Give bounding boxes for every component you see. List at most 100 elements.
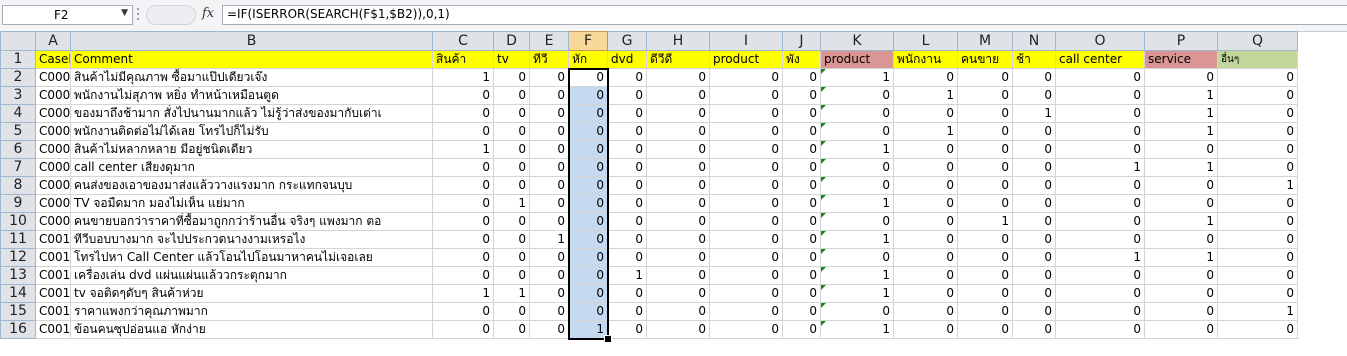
value-cell-l[interactable]: 0: [893, 302, 958, 321]
value-cell-p[interactable]: 0: [1144, 302, 1218, 321]
value-cell-c[interactable]: 0: [432, 122, 494, 141]
value-cell-h[interactable]: 0: [646, 68, 710, 87]
value-cell-c[interactable]: 0: [432, 194, 494, 213]
value-cell-g[interactable]: 1: [607, 266, 647, 285]
value-cell-c[interactable]: 0: [432, 104, 494, 123]
header-cell-n[interactable]: ช้า: [1012, 50, 1056, 69]
value-cell-m[interactable]: 0: [957, 320, 1013, 339]
value-cell-o[interactable]: 1: [1055, 158, 1145, 177]
value-cell-k[interactable]: 1: [820, 266, 894, 285]
value-cell-d[interactable]: 1: [493, 284, 530, 303]
value-cell-q[interactable]: 0: [1217, 194, 1298, 213]
value-cell-g[interactable]: 0: [607, 194, 647, 213]
value-cell-e[interactable]: 0: [529, 104, 569, 123]
value-cell-h[interactable]: 0: [646, 284, 710, 303]
comment-cell[interactable]: call center เสียงดุมาก: [70, 158, 433, 177]
value-cell-j[interactable]: 0: [782, 140, 821, 159]
value-cell-f[interactable]: 0: [568, 158, 608, 177]
value-cell-i[interactable]: 0: [709, 86, 783, 105]
value-cell-g[interactable]: 0: [607, 140, 647, 159]
header-cell-j[interactable]: พัง: [782, 50, 821, 69]
value-cell-d[interactable]: 0: [493, 212, 530, 231]
value-cell-i[interactable]: 0: [709, 122, 783, 141]
value-cell-m[interactable]: 0: [957, 230, 1013, 249]
comment-cell[interactable]: เครื่องเล่น dvd แผ่นแผ่นแล้ววกระตุกมาก: [70, 266, 433, 285]
value-cell-o[interactable]: 0: [1055, 266, 1145, 285]
value-cell-l[interactable]: 0: [893, 248, 958, 267]
value-cell-l[interactable]: 0: [893, 320, 958, 339]
value-cell-n[interactable]: 0: [1012, 320, 1056, 339]
value-cell-m[interactable]: 0: [957, 176, 1013, 195]
formula-input[interactable]: =IF(ISERROR(SEARCH(F$1,$B2)),0,1): [222, 5, 1347, 25]
value-cell-q[interactable]: 0: [1217, 158, 1298, 177]
value-cell-p[interactable]: 1: [1144, 122, 1218, 141]
row-header[interactable]: 6: [0, 140, 36, 159]
value-cell-c[interactable]: 1: [432, 68, 494, 87]
value-cell-i[interactable]: 0: [709, 248, 783, 267]
value-cell-o[interactable]: 0: [1055, 302, 1145, 321]
header-cell-l[interactable]: พนักงาน: [893, 50, 958, 69]
value-cell-g[interactable]: 0: [607, 284, 647, 303]
value-cell-m[interactable]: 0: [957, 194, 1013, 213]
value-cell-e[interactable]: 0: [529, 266, 569, 285]
column-header-l[interactable]: L: [893, 31, 958, 51]
value-cell-j[interactable]: 0: [782, 212, 821, 231]
column-header-j[interactable]: J: [782, 31, 821, 51]
value-cell-k[interactable]: 0: [820, 302, 894, 321]
value-cell-f[interactable]: 0: [568, 176, 608, 195]
value-cell-p[interactable]: 0: [1144, 230, 1218, 249]
value-cell-e[interactable]: 0: [529, 320, 569, 339]
value-cell-f[interactable]: 0: [568, 230, 608, 249]
value-cell-j[interactable]: 0: [782, 194, 821, 213]
value-cell-l[interactable]: 1: [893, 122, 958, 141]
value-cell-e[interactable]: 1: [529, 230, 569, 249]
comment-cell[interactable]: ทีวีบอบบางมาก จะไปประกวดนางงามเหรอไง: [70, 230, 433, 249]
value-cell-g[interactable]: 0: [607, 176, 647, 195]
value-cell-c[interactable]: 1: [432, 140, 494, 159]
value-cell-d[interactable]: 0: [493, 158, 530, 177]
case-id-cell[interactable]: C0003: [35, 104, 71, 123]
row-header[interactable]: 8: [0, 176, 36, 195]
value-cell-m[interactable]: 0: [957, 86, 1013, 105]
header-cell-e[interactable]: ทีวี: [529, 50, 569, 69]
value-cell-f[interactable]: 0: [568, 212, 608, 231]
value-cell-i[interactable]: 0: [709, 320, 783, 339]
value-cell-k[interactable]: 0: [820, 86, 894, 105]
value-cell-i[interactable]: 0: [709, 212, 783, 231]
value-cell-g[interactable]: 0: [607, 320, 647, 339]
value-cell-i[interactable]: 0: [709, 140, 783, 159]
value-cell-d[interactable]: 0: [493, 104, 530, 123]
case-id-cell[interactable]: C0007: [35, 176, 71, 195]
value-cell-j[interactable]: 0: [782, 230, 821, 249]
value-cell-n[interactable]: 0: [1012, 212, 1056, 231]
value-cell-j[interactable]: 0: [782, 284, 821, 303]
value-cell-m[interactable]: 0: [957, 266, 1013, 285]
value-cell-q[interactable]: 0: [1217, 140, 1298, 159]
value-cell-h[interactable]: 0: [646, 248, 710, 267]
row-header[interactable]: 1: [0, 50, 36, 69]
value-cell-m[interactable]: 1: [957, 212, 1013, 231]
value-cell-n[interactable]: 0: [1012, 248, 1056, 267]
value-cell-g[interactable]: 0: [607, 248, 647, 267]
value-cell-h[interactable]: 0: [646, 302, 710, 321]
column-header-a[interactable]: A: [35, 31, 71, 51]
case-id-cell[interactable]: C0002: [35, 86, 71, 105]
value-cell-j[interactable]: 0: [782, 266, 821, 285]
value-cell-f[interactable]: 0: [568, 68, 608, 87]
value-cell-n[interactable]: 0: [1012, 158, 1056, 177]
case-id-cell[interactable]: C0006: [35, 158, 71, 177]
header-cell-c[interactable]: สินค้า: [432, 50, 494, 69]
value-cell-o[interactable]: 0: [1055, 230, 1145, 249]
value-cell-g[interactable]: 0: [607, 86, 647, 105]
value-cell-f[interactable]: 0: [568, 86, 608, 105]
value-cell-m[interactable]: 0: [957, 284, 1013, 303]
header-cell-g[interactable]: dvd: [607, 50, 647, 69]
value-cell-i[interactable]: 0: [709, 230, 783, 249]
row-header[interactable]: 7: [0, 158, 36, 177]
value-cell-g[interactable]: 0: [607, 104, 647, 123]
value-cell-l[interactable]: 0: [893, 158, 958, 177]
header-cell-a[interactable]: CaseID: [35, 50, 71, 69]
value-cell-f[interactable]: 0: [568, 140, 608, 159]
value-cell-e[interactable]: 0: [529, 68, 569, 87]
value-cell-d[interactable]: 0: [493, 302, 530, 321]
